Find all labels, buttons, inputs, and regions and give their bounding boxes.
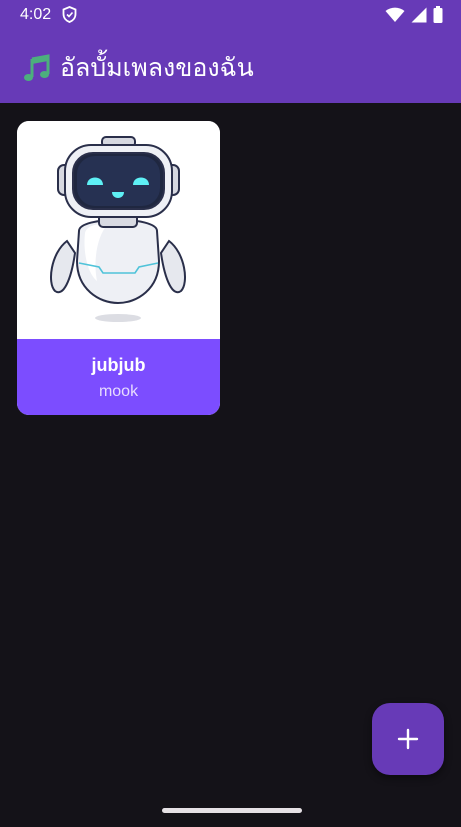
plus-icon [397,728,419,750]
wifi-icon [385,7,405,22]
top-app-bar: 4:02 อัลบั้มเพลงของฉัน [0,0,461,103]
add-album-button[interactable] [372,703,444,775]
album-card-footer: jubjub mook [17,339,220,415]
status-time: 4:02 [20,6,52,23]
music-note-icon [24,54,50,81]
album-artist: mook [98,383,139,400]
app-bar-title: อัลบั้มเพลงของฉัน [22,50,254,86]
album-card[interactable]: jubjub mook [17,121,220,415]
gesture-navigation-bar[interactable] [162,808,302,813]
status-icons [385,6,443,23]
album-grid: jubjub mook [17,121,220,415]
signal-icon [411,7,427,22]
album-cover-image [17,121,220,339]
status-bar: 4:02 [0,0,461,30]
shield-icon [62,6,77,23]
album-title: jubjub [91,355,146,375]
robot-mascot-illustration [50,136,186,322]
screen: 4:02 อัลบั้มเพลงของฉัน jubjub mook [0,0,461,827]
page-title: อัลบั้มเพลงของฉัน [60,54,254,82]
battery-icon [433,6,443,23]
